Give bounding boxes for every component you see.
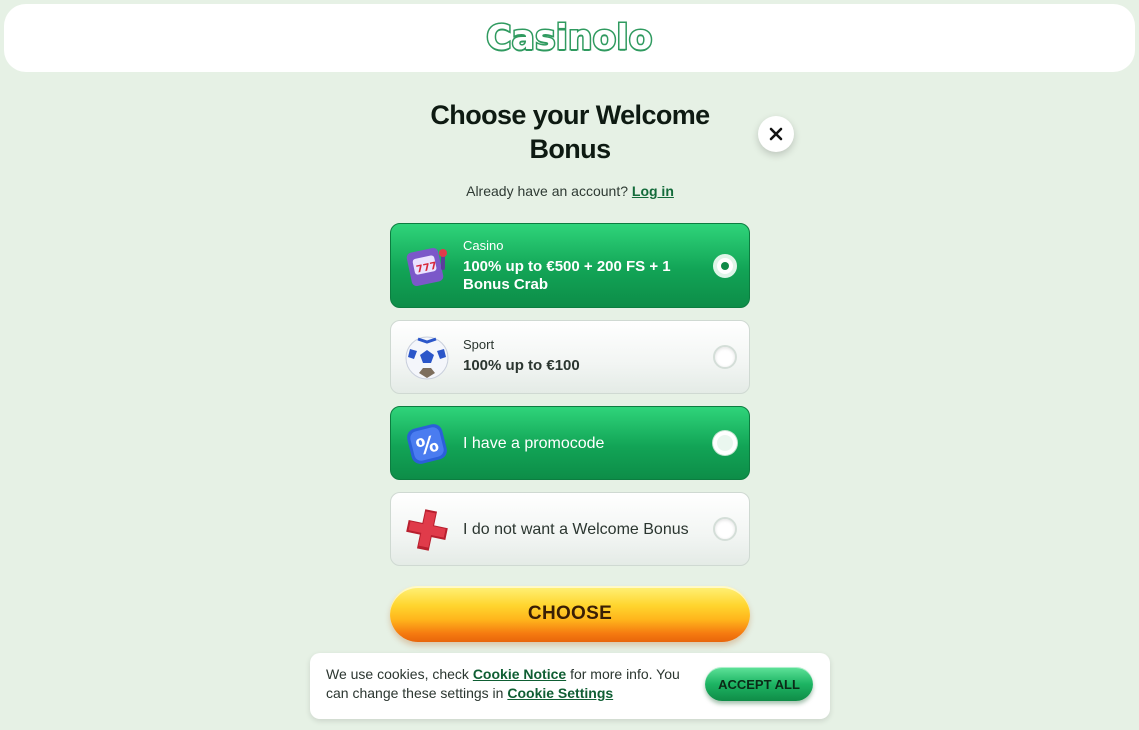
login-prompt: Already have an account? Log in	[390, 183, 750, 199]
bonus-option-value: 100% up to €100	[463, 357, 580, 374]
radio-unselected[interactable]	[713, 431, 737, 455]
cookie-notice-link[interactable]: Cookie Notice	[473, 666, 566, 682]
bonus-option-label: I have a promocode	[463, 435, 605, 452]
percent-badge-icon: %	[403, 420, 451, 468]
slot-machine-icon: 777	[403, 242, 451, 290]
bonus-option-sport[interactable]: Sport 100% up to €100	[390, 320, 750, 394]
bonus-option-no-bonus[interactable]: I do not want a Welcome Bonus	[390, 492, 750, 566]
modal-title: Choose your Welcome Bonus	[430, 100, 710, 164]
cookie-settings-link[interactable]: Cookie Settings	[507, 685, 613, 701]
bonus-option-value: 100% up to €500 + 200 FS + 1 Bonus Crab	[463, 258, 671, 293]
bonus-option-label: Casino	[463, 238, 504, 253]
red-cross-icon	[403, 506, 451, 554]
site-header: Casinolo	[4, 4, 1135, 72]
cookie-text-before: We use cookies, check	[326, 666, 469, 682]
radio-unselected[interactable]	[713, 345, 737, 369]
radio-unselected[interactable]	[713, 517, 737, 541]
login-link[interactable]: Log in	[632, 183, 674, 199]
bonus-option-promocode[interactable]: % I have a promocode	[390, 406, 750, 480]
bonus-option-casino[interactable]: 777 Casino 100% up to €500 + 200 FS + 1 …	[390, 223, 750, 308]
bonus-option-label: I do not want a Welcome Bonus	[463, 521, 689, 538]
accept-all-button[interactable]: ACCEPT ALL	[705, 667, 813, 701]
choose-button[interactable]: CHOOSE	[390, 586, 750, 642]
cookie-banner: We use cookies, check Cookie Notice for …	[310, 653, 830, 719]
radio-selected[interactable]	[713, 254, 737, 278]
cookie-message: We use cookies, check Cookie Notice for …	[326, 665, 696, 703]
account-prompt-text: Already have an account?	[466, 183, 628, 199]
casinolo-logo[interactable]: Casinolo	[485, 17, 654, 60]
soccer-ball-icon	[403, 334, 451, 382]
bonus-option-label: Sport	[463, 337, 495, 352]
close-button[interactable]	[758, 116, 794, 152]
close-icon	[769, 127, 783, 141]
